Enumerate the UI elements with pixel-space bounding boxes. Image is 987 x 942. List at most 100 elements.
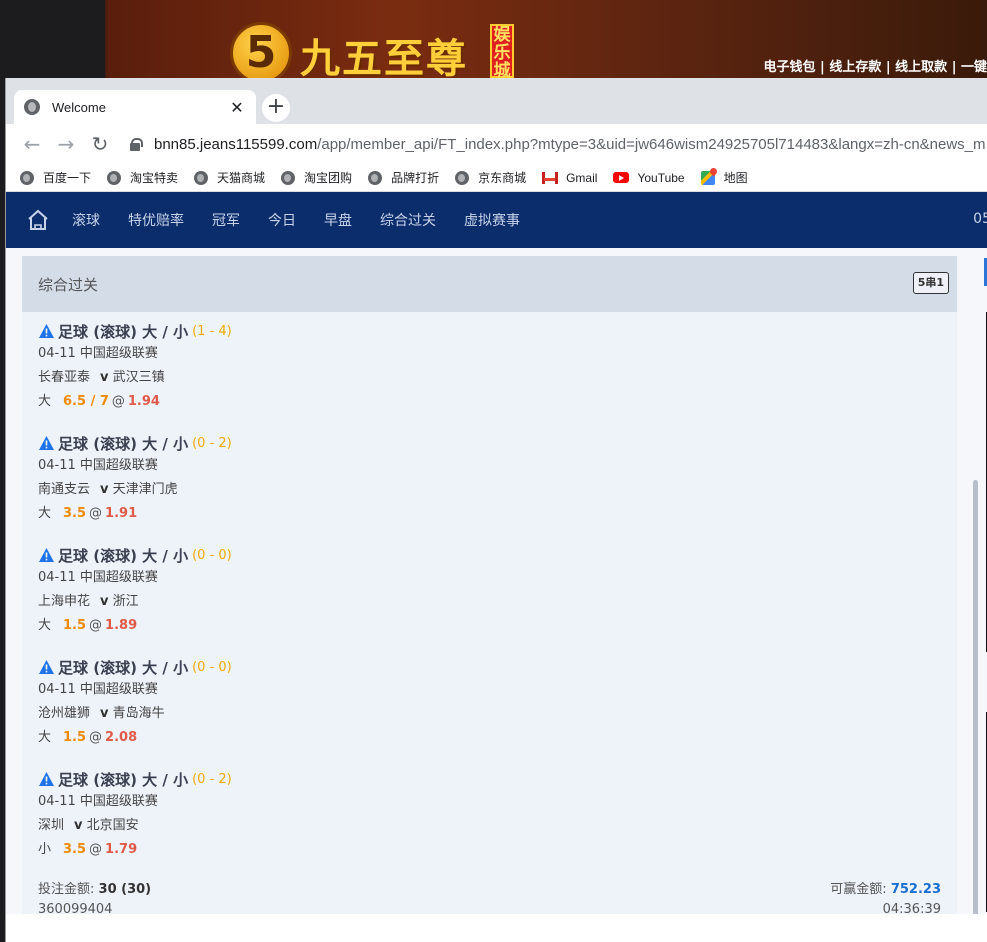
bookmark-label: 天猫商城 xyxy=(217,171,266,185)
bookmark-taobao-group[interactable]: 淘宝团购 xyxy=(281,169,352,186)
nav-inplay[interactable]: 滚球 xyxy=(72,210,100,230)
bookmark-label: 淘宝团购 xyxy=(304,171,353,185)
browser-tab[interactable]: Welcome ✕ xyxy=(14,90,256,124)
selection-side: 大 xyxy=(38,394,52,409)
handicap-line: 1.5 xyxy=(63,730,87,745)
bet-league: 04-11 中国超级联赛 xyxy=(38,458,158,473)
bookmark-label: Gmail xyxy=(566,170,598,185)
page-content: 滚球 特优赔率 冠军 今日 早盘 综合过关 虚拟赛事 05 综合过关 5串1 足… xyxy=(6,192,987,914)
bet-title: 足球 (滚球) 大 / 小 (1 - 4) xyxy=(38,320,957,342)
bet-teams: 沧州雄狮 v 青岛海牛 xyxy=(38,702,957,726)
selection-side: 小 xyxy=(38,842,52,857)
background-logo-tag: 娱乐城 xyxy=(490,24,514,80)
url-host: bnn85.jeans115599.com xyxy=(154,135,318,153)
odds-value: 1.89 xyxy=(105,618,138,633)
bet-selection: 大 1.5 @2.08 xyxy=(38,726,957,750)
bet-item: 足球 (滚球) 大 / 小 (0 - 2) 04-11 中国超级联赛 深圳 v 北… xyxy=(22,760,957,872)
bookmark-baidu[interactable]: 百度一下 xyxy=(20,169,91,186)
separator: | xyxy=(951,60,957,75)
parlay-type-badge[interactable]: 5串1 xyxy=(912,272,949,294)
globe-icon xyxy=(24,99,40,115)
top-link-onekey[interactable]: 一键 xyxy=(961,60,987,75)
stake-info: 投注金额: 30 (30) xyxy=(38,878,151,902)
scrollbar[interactable] xyxy=(973,480,978,914)
away-team: 武汉三镇 xyxy=(112,370,165,385)
bet-summary: 投注金额: 30 (30) 可赢金额: 752.23 360099404 04:… xyxy=(38,878,941,914)
odds-value: 1.91 xyxy=(105,506,138,521)
odds-value: 1.79 xyxy=(105,842,138,857)
bet-selection: 大 3.5 @1.91 xyxy=(38,502,957,526)
bet-title: 足球 (滚球) 大 / 小 (0 - 2) xyxy=(38,432,957,454)
bookmark-jd[interactable]: 京东商城 xyxy=(455,169,526,186)
main-nav: 滚球 特优赔率 冠军 今日 早盘 综合过关 虚拟赛事 05 xyxy=(6,192,987,248)
bookmark-maps[interactable]: 地图 xyxy=(700,169,748,186)
top-link-wallet[interactable]: 电子钱包 xyxy=(764,60,816,75)
nav-virtual[interactable]: 虚拟赛事 xyxy=(464,210,520,230)
close-icon[interactable]: ✕ xyxy=(228,98,246,117)
bet-slip-panel: 综合过关 5串1 足球 (滚球) 大 / 小 (1 - 4) 04-11 中国超… xyxy=(22,256,957,914)
home-icon[interactable] xyxy=(26,208,50,232)
bookmark-brand-discount[interactable]: 品牌打折 xyxy=(368,169,439,186)
summary-row-amounts: 投注金额: 30 (30) 可赢金额: 752.23 xyxy=(38,878,941,902)
reload-button[interactable]: ↻ xyxy=(86,130,114,158)
bet-selection: 小 3.5 @1.79 xyxy=(38,838,957,862)
bookmark-label: 百度一下 xyxy=(43,171,92,185)
bookmark-label: YouTube xyxy=(637,170,685,185)
globe-icon xyxy=(281,170,296,185)
bet-market: 足球 (滚球) 大 / 小 xyxy=(58,322,189,341)
handicap-line: 3.5 xyxy=(63,506,87,521)
forward-button[interactable]: → xyxy=(52,130,80,158)
home-team: 长春亚泰 xyxy=(38,370,91,385)
handicap-line: 1.5 xyxy=(63,618,87,633)
top-link-withdraw[interactable]: 线上取款 xyxy=(895,60,947,75)
nav-parlay[interactable]: 综合过关 xyxy=(380,210,436,230)
at-sign: @ xyxy=(89,618,103,633)
bet-item: 足球 (滚球) 大 / 小 (0 - 0) 04-11 中国超级联赛 沧州雄狮 v… xyxy=(22,648,957,760)
away-team: 天津津门虎 xyxy=(112,482,178,497)
tab-strip: Welcome ✕ + xyxy=(6,78,987,124)
home-team: 深圳 xyxy=(38,818,65,833)
nav-early[interactable]: 早盘 xyxy=(324,210,352,230)
home-team: 上海申花 xyxy=(38,594,91,609)
bookmark-youtube[interactable]: YouTube xyxy=(613,170,685,185)
vs-label: v xyxy=(100,594,109,609)
separator: | xyxy=(820,60,825,75)
globe-icon xyxy=(194,170,209,185)
vs-label: v xyxy=(100,706,109,721)
lock-icon[interactable] xyxy=(130,138,143,151)
selection-side: 大 xyxy=(38,730,52,745)
address-bar[interactable]: bnn85.jeans115599.com/app/member_api/FT_… xyxy=(126,129,987,159)
bet-item: 足球 (滚球) 大 / 小 (0 - 0) 04-11 中国超级联赛 上海申花 v… xyxy=(22,536,957,648)
bookmark-gmail[interactable]: Gmail xyxy=(542,171,597,185)
bookmark-label: 京东商城 xyxy=(478,171,527,185)
nav-outright[interactable]: 冠军 xyxy=(212,210,240,230)
bookmark-label: 地图 xyxy=(723,171,748,185)
nav-today[interactable]: 今日 xyxy=(268,210,296,230)
top-link-deposit[interactable]: 线上存款 xyxy=(829,60,881,75)
globe-icon xyxy=(20,170,34,185)
gmail-icon xyxy=(542,171,559,184)
vs-label: v xyxy=(100,482,109,497)
bet-teams: 南通支云 v 天津津门虎 xyxy=(38,478,957,502)
bookmark-tmall[interactable]: 天猫商城 xyxy=(194,169,265,186)
bet-market: 足球 (滚球) 大 / 小 xyxy=(58,658,189,677)
bookmark-label: 淘宝特卖 xyxy=(130,171,179,185)
nav-special-odds[interactable]: 特优赔率 xyxy=(128,210,184,230)
bookmarks-bar: 百度一下 淘宝特卖 天猫商城 淘宝团购 品牌打折 京东商城 Gmail YouT… xyxy=(6,164,987,192)
handicap-line: 3.5 xyxy=(63,842,87,857)
warning-icon xyxy=(39,324,54,338)
bet-item: 足球 (滚球) 大 / 小 (0 - 2) 04-11 中国超级联赛 南通支云 v… xyxy=(22,424,957,536)
away-team: 青岛海牛 xyxy=(112,706,165,721)
bet-slip-header: 综合过关 5串1 xyxy=(22,256,957,312)
bet-league: 04-11 中国超级联赛 xyxy=(38,570,158,585)
back-button[interactable]: ← xyxy=(18,130,46,158)
bet-market: 足球 (滚球) 大 / 小 xyxy=(58,546,189,565)
bet-title: 足球 (滚球) 大 / 小 (0 - 0) xyxy=(38,656,957,678)
bookmark-taobao-sale[interactable]: 淘宝特卖 xyxy=(107,169,178,186)
home-team: 南通支云 xyxy=(38,482,91,497)
bet-score: (0 - 2) xyxy=(192,435,232,451)
at-sign: @ xyxy=(89,730,103,745)
nav-time-fragment: 05 xyxy=(973,211,987,227)
at-sign: @ xyxy=(89,842,103,857)
new-tab-button[interactable]: + xyxy=(262,94,290,122)
